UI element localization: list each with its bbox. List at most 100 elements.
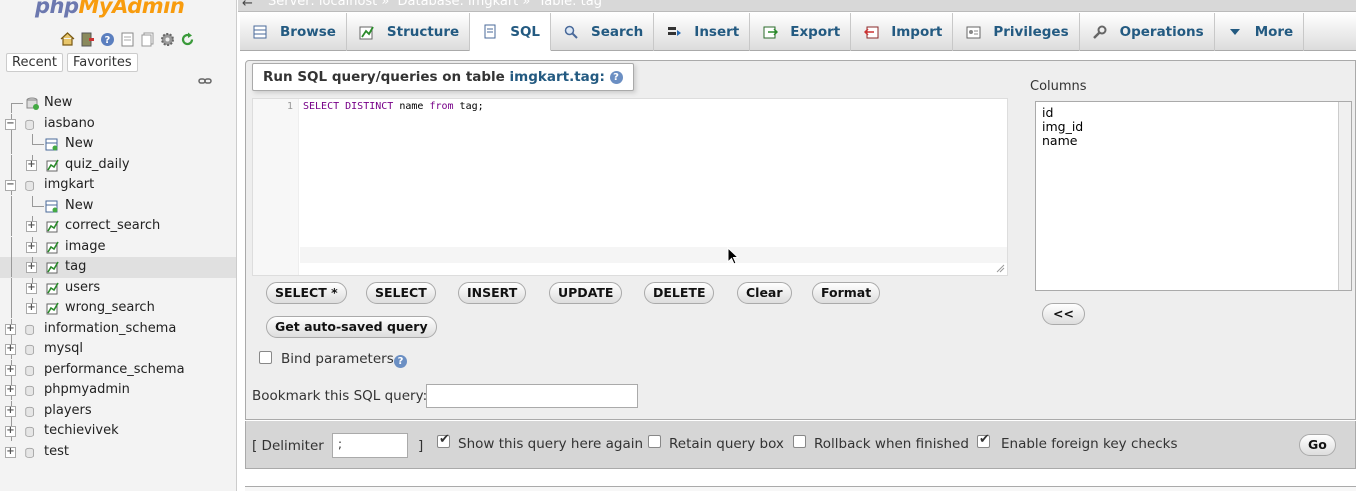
expand-icon[interactable]: + — [26, 282, 37, 294]
breadcrumb-server[interactable]: Server: localhost » — [268, 0, 389, 9]
tree-item-label[interactable]: quiz_daily — [65, 155, 130, 175]
tree-item-label[interactable]: New — [65, 196, 93, 216]
tab-operations[interactable]: Operations — [1080, 13, 1215, 51]
tree-item-label[interactable]: image — [65, 237, 106, 257]
expand-icon[interactable]: + — [26, 241, 37, 253]
tree-item-label[interactable]: New — [65, 134, 93, 154]
expand-icon[interactable]: + — [5, 364, 16, 376]
tree-item-label[interactable]: tag — [65, 257, 86, 277]
sql-editor[interactable]: 1 SELECT DISTINCT name from tag; — [252, 98, 1008, 276]
tree-item-table[interactable]: + wrong_search — [0, 298, 236, 319]
tab-import[interactable]: Import — [851, 13, 954, 51]
expand-icon[interactable]: + — [5, 426, 16, 437]
tree-item-database[interactable]: − imgkart — [0, 175, 236, 196]
tree-item-label[interactable]: test — [44, 442, 69, 462]
recent-tab[interactable]: Recent — [6, 53, 63, 72]
retain-query-box-checkbox[interactable] — [648, 435, 661, 448]
home-icon[interactable] — [59, 31, 76, 47]
insert-button[interactable]: INSERT — [458, 282, 527, 304]
tree-item-label[interactable]: information_schema — [44, 319, 176, 339]
tree-item-label[interactable]: mysql — [44, 339, 83, 359]
tree-item-label[interactable]: players — [44, 401, 92, 421]
tree-item-database[interactable]: − iasbano — [0, 113, 236, 135]
get-autosaved-query-button[interactable]: Get auto-saved query — [266, 316, 437, 338]
columns-scrollbar[interactable] — [1338, 102, 1351, 290]
expand-icon[interactable]: + — [26, 262, 37, 273]
tree-item-database[interactable]: + players — [0, 400, 236, 422]
gear-icon[interactable] — [159, 31, 176, 47]
column-option[interactable]: id — [1042, 105, 1053, 120]
columns-list[interactable]: id img_id name — [1035, 101, 1352, 291]
reload-icon[interactable] — [179, 31, 196, 47]
bookmark-input[interactable] — [426, 384, 638, 408]
legend-table-link[interactable]: imgkart.tag: — [510, 69, 605, 85]
tree-item-label[interactable]: New — [44, 93, 72, 113]
column-option[interactable]: img_id — [1042, 119, 1083, 134]
delete-button[interactable]: DELETE — [644, 282, 715, 304]
tree-item-database[interactable]: + information_schema — [0, 318, 236, 340]
tree-item-database[interactable]: + techievivek — [0, 421, 236, 442]
tree-item-database[interactable]: + mysql — [0, 339, 236, 360]
column-option[interactable]: name — [1042, 133, 1077, 148]
help-icon[interactable]: ? — [609, 70, 623, 84]
tab-insert[interactable]: Insert — [654, 13, 751, 51]
favorites-tab[interactable]: Favorites — [66, 53, 138, 72]
show-query-checkbox[interactable] — [437, 432, 450, 448]
tree-item-table[interactable]: + correct_search — [0, 216, 236, 237]
tree-item-label[interactable]: correct_search — [65, 216, 160, 236]
tree-item-label[interactable]: users — [65, 278, 100, 298]
collapse-icon[interactable]: − — [5, 118, 16, 130]
tree-item-table[interactable]: + tag — [0, 257, 236, 278]
expand-icon[interactable]: + — [5, 446, 16, 458]
tree-item-table[interactable]: + image — [0, 236, 236, 258]
bind-parameters-checkbox[interactable] — [259, 351, 272, 364]
tree-item-label[interactable]: techievivek — [44, 421, 119, 441]
tree-item-database[interactable]: + test — [0, 442, 236, 463]
format-button[interactable]: Format — [812, 282, 881, 304]
tab-search[interactable]: Search — [551, 13, 655, 51]
tree-item-label[interactable]: iasbano — [44, 114, 95, 134]
tree-item-table[interactable]: + quiz_daily — [0, 154, 236, 176]
link-icon[interactable] — [198, 76, 212, 86]
select-button[interactable]: SELECT — [366, 282, 436, 304]
help-icon[interactable]: ? — [99, 31, 116, 47]
copy-icon[interactable] — [139, 31, 156, 47]
sql-query-text[interactable]: SELECT DISTINCT name from tag; — [303, 101, 484, 112]
rollback-checkbox[interactable] — [793, 435, 806, 448]
tree-item-label[interactable]: wrong_search — [65, 298, 155, 318]
tree-item-label[interactable]: imgkart — [44, 175, 94, 195]
resize-handle-icon[interactable] — [995, 263, 1005, 273]
foreign-key-checks-checkbox[interactable] — [977, 432, 990, 448]
tab-structure[interactable]: Structure — [347, 13, 471, 51]
breadcrumb-table[interactable]: Table: tag — [539, 0, 602, 9]
logout-icon[interactable] — [79, 31, 96, 47]
expand-icon[interactable]: + — [5, 323, 16, 335]
delimiter-input[interactable]: ; — [332, 433, 408, 458]
update-button[interactable]: UPDATE — [549, 282, 623, 304]
help-icon[interactable]: ? — [394, 355, 407, 368]
tree-item-table[interactable]: + users — [0, 277, 236, 299]
insert-column-button[interactable]: << — [1042, 303, 1085, 325]
tree-item-label[interactable]: phpmyadmin — [44, 380, 130, 400]
tab-export[interactable]: Export — [750, 13, 852, 51]
tree-item-new[interactable]: New — [0, 195, 236, 217]
breadcrumb-database[interactable]: Database: imgkart » — [398, 0, 531, 9]
tab-privileges[interactable]: Privileges — [953, 13, 1080, 51]
expand-icon[interactable]: + — [26, 159, 37, 171]
expand-icon[interactable]: + — [5, 344, 16, 355]
tree-item-new[interactable]: New — [0, 93, 236, 114]
tree-item-new[interactable]: New — [0, 134, 236, 155]
clear-button[interactable]: Clear — [737, 282, 792, 304]
go-button[interactable]: Go — [1299, 434, 1336, 456]
expand-icon[interactable]: + — [26, 221, 37, 232]
tree-item-database[interactable]: + performance_schema — [0, 359, 236, 381]
expand-icon[interactable]: + — [5, 405, 16, 417]
tab-sql[interactable]: SQL — [470, 13, 552, 51]
collapse-icon[interactable]: − — [5, 180, 16, 191]
select-star-button[interactable]: SELECT * — [266, 282, 347, 304]
phpmyadmin-logo[interactable]: phpMyAdmin — [35, 0, 185, 18]
tab-more[interactable]: More — [1215, 13, 1305, 51]
tab-browse[interactable]: Browse — [240, 13, 347, 51]
documentation-icon[interactable] — [119, 31, 136, 47]
expand-icon[interactable]: + — [5, 385, 16, 396]
